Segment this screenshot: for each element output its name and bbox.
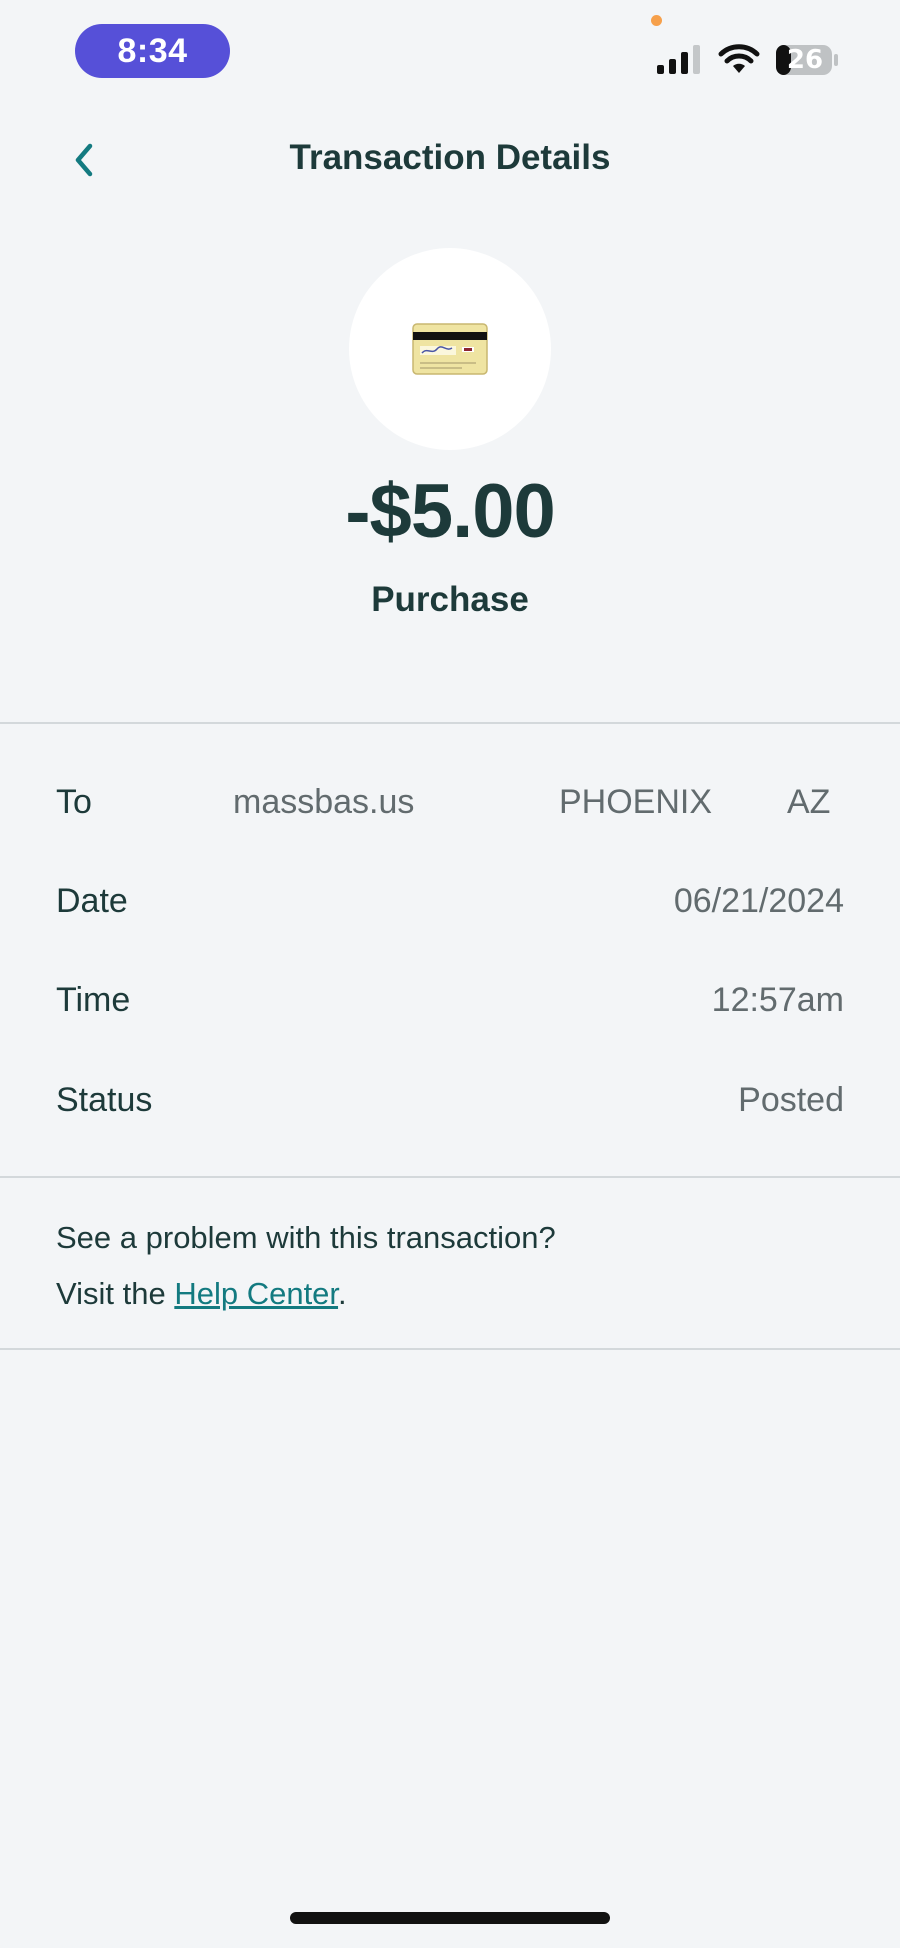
merchant-state: AZ: [787, 783, 831, 821]
transaction-type: Purchase: [371, 580, 529, 619]
wifi-icon: [718, 44, 760, 73]
detail-row-status: Status Posted: [56, 1070, 844, 1130]
status-bar: 8:34 26: [0, 0, 900, 104]
merchant-city: PHOENIX: [559, 783, 713, 821]
detail-row-time: Time 12:57am: [56, 970, 844, 1030]
merchant-icon-circle: [349, 248, 551, 450]
credit-card-icon: [412, 323, 488, 375]
to-label: To: [56, 783, 92, 821]
status-time: 8:34: [75, 24, 230, 78]
battery-level-text: 26: [786, 45, 824, 75]
page-title: Transaction Details: [289, 138, 611, 177]
help-center-line: Visit the Help Center.: [56, 1266, 844, 1322]
cellular-signal-icon: [657, 45, 700, 74]
status-value: Posted: [738, 1081, 844, 1119]
date-label: Date: [56, 882, 128, 920]
merchant-name: massbas.us: [233, 783, 415, 821]
help-question: See a problem with this transaction?: [56, 1220, 556, 1255]
help-suffix: .: [338, 1276, 347, 1311]
transaction-details: To massbas.us PHOENIX AZ Date 06/21/2024…: [0, 724, 900, 1176]
navigation-header: Transaction Details: [0, 118, 900, 204]
help-prefix: Visit the: [56, 1276, 175, 1311]
microphone-indicator-dot: [651, 15, 662, 26]
help-center-link[interactable]: Help Center: [174, 1276, 338, 1311]
date-value: 06/21/2024: [673, 882, 844, 920]
transaction-amount: -$5.00: [345, 469, 556, 554]
detail-row-date: Date 06/21/2024: [56, 871, 844, 931]
detail-row-to: To massbas.us PHOENIX AZ: [56, 772, 844, 832]
time-value: 12:57am: [711, 981, 844, 1019]
home-indicator[interactable]: [290, 1912, 610, 1924]
section-divider: [0, 1348, 900, 1350]
status-label: Status: [56, 1081, 153, 1119]
section-divider: [0, 1176, 900, 1178]
help-section: See a problem with this transaction? Vis…: [56, 1210, 844, 1322]
time-label: Time: [56, 981, 131, 1019]
